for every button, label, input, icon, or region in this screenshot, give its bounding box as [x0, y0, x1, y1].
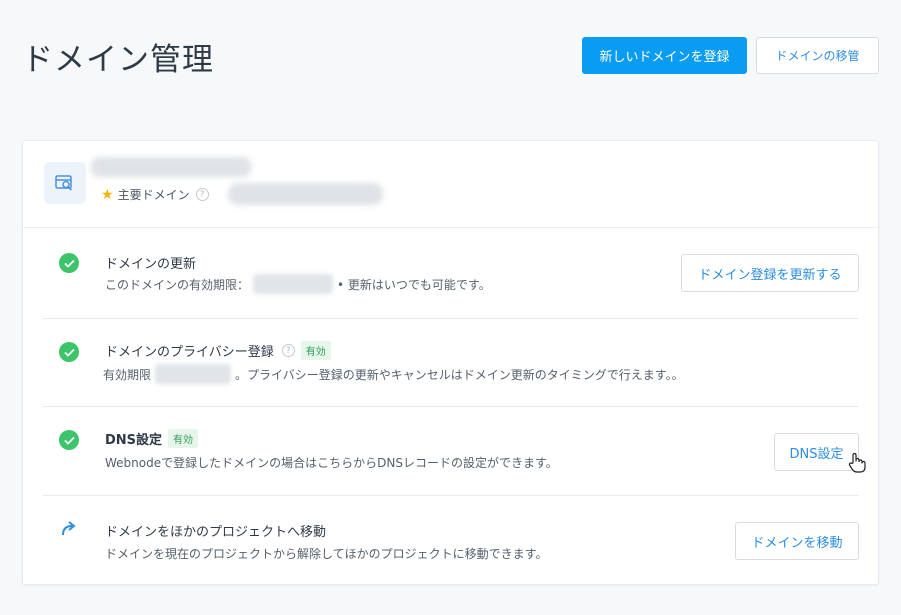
status-badge: 有効	[168, 429, 199, 448]
privacy-desc-before: 有効期限	[103, 367, 152, 382]
move-row: ドメインをほかのプロジェクトへ移動 ドメインを現在のプロジェクトから解除してほか…	[43, 495, 859, 585]
domain-search-icon	[44, 162, 86, 204]
star-icon: ★	[101, 186, 114, 203]
domain-card: ★ 主要ドメイン ? ドメインの更新 このドメインの有効期限： • 更新はいつで…	[22, 140, 880, 585]
status-badge: 有効	[300, 341, 331, 360]
privacy-title: ドメインのプライバシー登録 ? 有効	[105, 341, 331, 360]
renewal-desc-before: このドメインの有効期限：	[105, 277, 250, 292]
renewal-desc: このドメインの有効期限： • 更新はいつでも可能です。	[105, 274, 491, 294]
dns-settings-button[interactable]: DNS設定	[774, 433, 859, 471]
move-domain-button[interactable]: ドメインを移動	[735, 522, 859, 560]
arrow-redirect-icon	[59, 519, 79, 541]
domain-detail-redacted	[228, 183, 383, 205]
primary-domain-label: ★ 主要ドメイン ?	[101, 186, 209, 203]
renewal-row: ドメインの更新 このドメインの有効期限： • 更新はいつでも可能です。 ドメイン…	[43, 227, 859, 318]
dns-row: DNS設定 有効 Webnodeで登録したドメインの場合はこちらからDNSレコー…	[43, 406, 859, 495]
dns-title-text: DNS設定	[105, 433, 163, 448]
help-icon[interactable]: ?	[281, 344, 295, 357]
privacy-title-text: ドメインのプライバシー登録	[105, 345, 274, 360]
renewal-title-text: ドメインの更新	[105, 257, 197, 272]
check-icon	[59, 342, 79, 362]
renew-domain-button[interactable]: ドメイン登録を更新する	[681, 254, 859, 292]
help-icon[interactable]: ?	[195, 188, 209, 201]
register-domain-button[interactable]: 新しいドメインを登録	[582, 37, 747, 74]
privacy-row: ドメインのプライバシー登録 ? 有効 有効期限 。プライバシー登録の更新やキャン…	[43, 318, 859, 406]
transfer-domain-button[interactable]: ドメインの移管	[756, 37, 879, 74]
dns-title: DNS設定 有効	[105, 429, 199, 448]
domain-name-redacted	[91, 157, 251, 177]
page-title: ドメイン管理	[22, 42, 214, 78]
privacy-desc-after: 。プライバシー登録の更新やキャンセルはドメイン更新のタイミングで行えます。。	[235, 367, 684, 382]
primary-domain-text: 主要ドメイン	[117, 188, 190, 202]
renewal-title: ドメインの更新	[105, 253, 196, 272]
check-icon	[59, 253, 79, 273]
move-title: ドメインをほかのプロジェクトへ移動	[105, 521, 326, 540]
renewal-desc-after: • 更新はいつでも可能です。	[337, 277, 491, 292]
dns-desc: Webnodeで登録したドメインの場合はこちらからDNSレコードの設定ができます…	[105, 456, 558, 470]
hand-cursor-icon	[848, 452, 866, 478]
expiry-redacted	[253, 274, 334, 294]
move-desc: ドメインを現在のプロジェクトから解除してほかのプロジェクトに移動できます。	[105, 547, 548, 561]
privacy-desc: 有効期限 。プライバシー登録の更新やキャンセルはドメイン更新のタイミングで行えま…	[103, 364, 684, 384]
move-title-text: ドメインをほかのプロジェクトへ移動	[105, 525, 327, 540]
expiry-redacted	[155, 364, 232, 384]
check-icon	[59, 430, 79, 450]
